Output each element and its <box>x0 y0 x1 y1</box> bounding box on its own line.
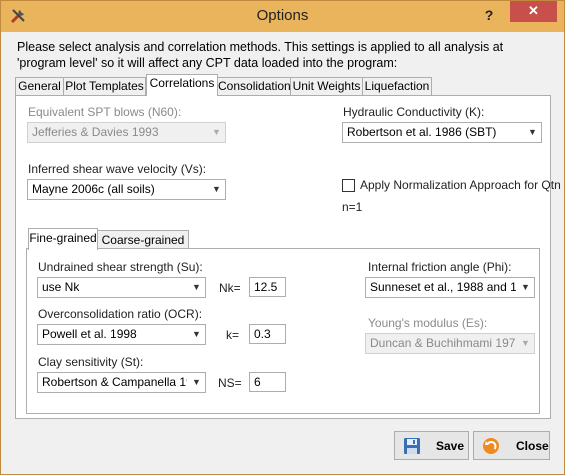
friction-angle-label: Internal friction angle (Phi): <box>368 260 512 274</box>
soil-type-tabstrip: Fine-grained Coarse-grained <box>28 228 228 250</box>
ocr-value: Powell et al. 1998 <box>42 327 137 341</box>
hydraulic-conductivity-select[interactable]: Robertson et al. 1986 (SBT) ▼ <box>342 122 542 143</box>
undrained-shear-value: use Nk <box>42 280 80 294</box>
youngs-modulus-select[interactable]: Duncan & Buchihmami 1976 ▼ <box>365 333 535 354</box>
shear-wave-velocity-value: Mayne 2006c (all soils) <box>32 182 155 196</box>
clay-sensitivity-label: Clay sensitivity (St): <box>38 355 144 369</box>
tab-unit-weights[interactable]: Unit Weights <box>290 77 363 96</box>
shear-wave-velocity-label: Inferred shear wave velocity (Vs): <box>28 162 207 176</box>
ocr-select[interactable]: Powell et al. 1998 ▼ <box>37 324 206 345</box>
friction-angle-select[interactable]: Sunneset et al., 1988 and 1989 ▼ <box>365 277 535 298</box>
k-label: k= <box>226 328 240 342</box>
nk-label: Nk= <box>219 281 241 295</box>
chevron-down-icon: ▼ <box>192 282 201 292</box>
correlations-panel: Equivalent SPT blows (N60): Jefferies & … <box>15 95 561 419</box>
undo-arrow-icon <box>483 438 499 454</box>
chevron-down-icon: ▼ <box>521 282 530 292</box>
floppy-disk-icon <box>404 438 420 454</box>
normalization-checkbox[interactable] <box>342 179 355 192</box>
chevron-down-icon: ▼ <box>212 127 221 137</box>
fine-grained-panel: Undrained shear strength (Su): use Nk ▼ … <box>26 248 540 414</box>
undrained-shear-label: Undrained shear strength (Su): <box>38 260 203 274</box>
n-value-label: n=1 <box>342 200 363 214</box>
save-button[interactable]: Save <box>394 431 469 460</box>
instructions-text: Please select analysis and correlation m… <box>17 40 504 70</box>
ns-label: NS= <box>218 376 242 390</box>
hydraulic-conductivity-value: Robertson et al. 1986 (SBT) <box>347 125 497 139</box>
friction-angle-value: Sunneset et al., 1988 and 1989 <box>370 280 516 294</box>
tab-general[interactable]: General <box>15 77 64 96</box>
close-button-label: Close <box>516 439 549 453</box>
youngs-modulus-value: Duncan & Buchihmami 1976 <box>370 336 516 350</box>
tab-consolidation[interactable]: Consolidation <box>217 77 291 96</box>
chevron-down-icon: ▼ <box>521 338 530 348</box>
close-window-button[interactable]: ✕ <box>510 1 557 22</box>
normalization-label: Apply Normalization Approach for Qtn <box>360 178 561 192</box>
tab-liquefaction[interactable]: Liquefaction <box>362 77 432 96</box>
ns-input[interactable]: 6 <box>249 372 286 392</box>
tab-plot-templates[interactable]: Plot Templates <box>63 77 146 96</box>
ocr-label: Overconsolidation ratio (OCR): <box>38 307 203 321</box>
chevron-down-icon: ▼ <box>212 184 221 194</box>
tab-fine-grained[interactable]: Fine-grained <box>28 228 98 250</box>
tab-coarse-grained[interactable]: Coarse-grained <box>97 230 189 250</box>
clay-sensitivity-select[interactable]: Robertson & Campanella 1988 ▼ <box>37 372 206 393</box>
close-button[interactable]: Close <box>473 431 550 460</box>
save-button-label: Save <box>436 439 465 453</box>
chevron-down-icon: ▼ <box>192 329 201 339</box>
tab-correlations[interactable]: Correlations <box>146 74 218 96</box>
help-button[interactable]: ? <box>477 5 501 25</box>
nk-input[interactable]: 12.5 <box>249 277 286 297</box>
spt-label: Equivalent SPT blows (N60): <box>28 105 182 119</box>
shear-wave-velocity-select[interactable]: Mayne 2006c (all soils) ▼ <box>27 179 226 200</box>
undrained-shear-select[interactable]: use Nk ▼ <box>37 277 206 298</box>
spt-method-select[interactable]: Jefferies & Davies 1993 ▼ <box>27 122 226 143</box>
options-window: Options ? ✕ Please select analysis and c… <box>0 0 565 475</box>
k-input[interactable]: 0.3 <box>249 324 286 344</box>
clay-sensitivity-value: Robertson & Campanella 1988 <box>42 375 187 389</box>
chevron-down-icon: ▼ <box>528 127 537 137</box>
spt-method-value: Jefferies & Davies 1993 <box>32 125 159 139</box>
youngs-modulus-label: Young's modulus (Es): <box>368 316 488 330</box>
title-bar: Options ? ✕ <box>1 1 564 32</box>
chevron-down-icon: ▼ <box>192 377 201 387</box>
hydraulic-conductivity-label: Hydraulic Conductivity (K): <box>343 105 485 119</box>
